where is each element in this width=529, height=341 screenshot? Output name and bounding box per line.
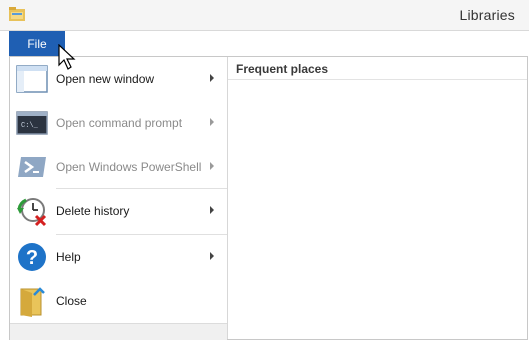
file-tab[interactable]: File bbox=[9, 31, 65, 56]
menu-item-close[interactable]: Close bbox=[10, 279, 227, 323]
folder-icon bbox=[9, 7, 25, 21]
menu-item-label: Open command prompt bbox=[56, 116, 183, 130]
frequent-places-header: Frequent places bbox=[236, 62, 329, 76]
menu-item-open-command-prompt[interactable]: C:\_ Open command prompt bbox=[10, 101, 227, 145]
submenu-arrow-icon bbox=[210, 74, 214, 82]
menu-item-open-new-window[interactable]: Open new window bbox=[10, 57, 227, 101]
file-menu-panel: Open new window C:\_ Open command prompt… bbox=[9, 56, 528, 340]
menu-item-label: Delete history bbox=[56, 204, 130, 218]
window-icon bbox=[16, 65, 48, 93]
file-menu-commands: Open new window C:\_ Open command prompt… bbox=[10, 57, 228, 340]
svg-text:C:\_: C:\_ bbox=[21, 122, 39, 130]
delete-history-icon bbox=[17, 198, 47, 227]
submenu-arrow-icon bbox=[210, 162, 214, 170]
submenu-arrow-icon bbox=[210, 252, 214, 260]
powershell-icon bbox=[18, 157, 46, 177]
mouse-cursor-icon bbox=[58, 44, 76, 70]
window-title: Libraries bbox=[459, 7, 515, 23]
menu-footer bbox=[10, 323, 227, 340]
menu-item-open-powershell[interactable]: Open Windows PowerShell bbox=[10, 145, 227, 189]
menu-item-label: Open Windows PowerShell bbox=[56, 160, 202, 174]
close-folder-icon bbox=[20, 287, 45, 317]
menu-item-label: Open new window bbox=[56, 72, 155, 86]
submenu-arrow-icon bbox=[210, 118, 214, 126]
menu-item-help[interactable]: ? Help bbox=[10, 235, 227, 279]
help-icon: ? bbox=[18, 243, 46, 271]
submenu-arrow-icon bbox=[210, 206, 214, 214]
section-divider bbox=[228, 79, 527, 80]
menu-bar bbox=[0, 31, 529, 56]
menu-item-delete-history[interactable]: Delete history bbox=[10, 189, 227, 233]
frequent-places-pane: Frequent places bbox=[228, 57, 527, 339]
command-prompt-icon: C:\_ bbox=[16, 111, 48, 135]
svg-text:?: ? bbox=[26, 247, 38, 269]
menu-item-label: Close bbox=[56, 294, 87, 308]
title-bar: Libraries bbox=[0, 0, 529, 31]
menu-item-label: Help bbox=[56, 250, 81, 264]
